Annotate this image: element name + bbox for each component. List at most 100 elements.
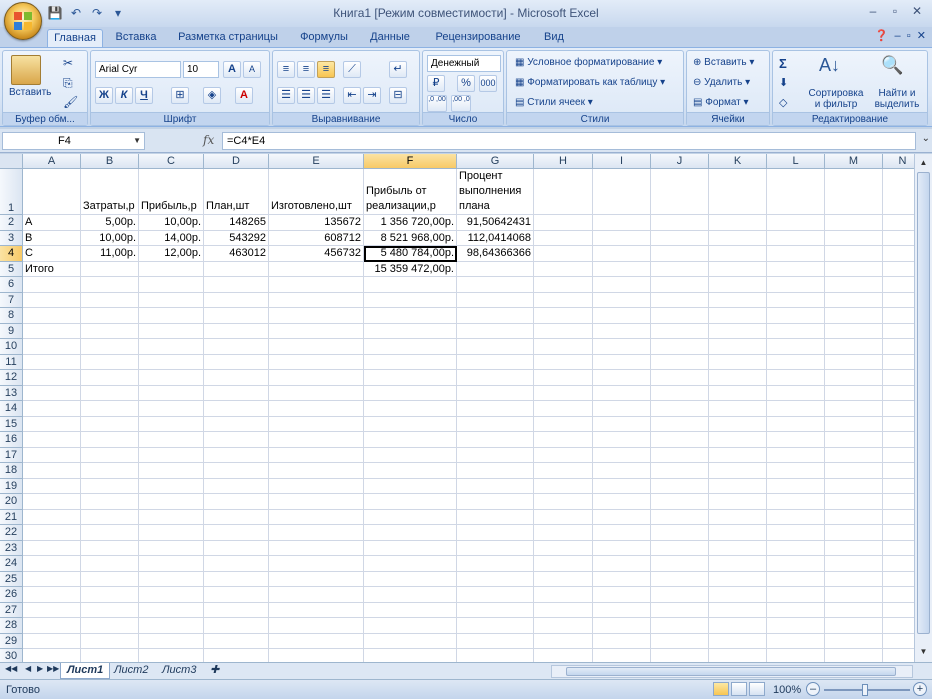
cell-k5[interactable] [709,261,767,277]
cell-b14[interactable] [81,401,139,417]
cell-k17[interactable] [709,447,767,463]
cell-m27[interactable] [825,602,883,618]
column-header-f[interactable]: F [364,154,457,169]
cell-k20[interactable] [709,494,767,510]
cell-h23[interactable] [534,540,593,556]
align-left-icon[interactable]: ☰ [277,87,295,104]
tab-review[interactable]: Рецензирование [426,29,530,47]
cell-n9[interactable] [883,324,914,339]
cell-m13[interactable] [825,385,883,401]
vertical-scroll-thumb[interactable] [917,172,930,634]
cell-i14[interactable] [593,401,651,417]
cell-b8[interactable] [81,308,139,324]
cell-n28[interactable] [883,618,914,634]
cell-n12[interactable] [883,370,914,386]
cell-g20[interactable] [457,494,534,510]
cell-d7[interactable] [204,292,269,308]
cell-f23[interactable] [364,540,457,556]
cell-m14[interactable] [825,401,883,417]
cell-b22[interactable] [81,525,139,541]
cell-j19[interactable] [651,478,709,494]
cell-e7[interactable] [269,292,364,308]
cell-c7[interactable] [139,292,204,308]
cell-e24[interactable] [269,556,364,572]
minimize-button[interactable]: – [862,2,884,20]
cell-d22[interactable] [204,525,269,541]
column-header-n[interactable]: N [883,154,914,169]
cell-a14[interactable] [23,401,81,417]
cell-e4[interactable]: 456732 [269,246,364,262]
cell-b24[interactable] [81,556,139,572]
insert-cells-button[interactable]: ⊕ Вставить ▾ [693,57,754,68]
font-size-box[interactable]: 10 [183,61,219,78]
italic-button[interactable]: К [115,87,133,104]
cell-i22[interactable] [593,525,651,541]
next-sheet-icon[interactable]: ▶ [37,664,43,673]
cell-j14[interactable] [651,401,709,417]
cell-k23[interactable] [709,540,767,556]
cell-k29[interactable] [709,633,767,649]
cell-e9[interactable] [269,323,364,339]
cell-j3[interactable] [651,230,709,246]
cell-g2[interactable]: 91,50642431 [457,215,534,231]
cell-a24[interactable] [23,556,81,572]
cell-h16[interactable] [534,432,593,448]
cell-f28[interactable] [364,618,457,634]
cell-h12[interactable] [534,370,593,386]
cell-d2[interactable]: 148265 [204,215,269,231]
find-select-icon[interactable]: 🔍 [881,55,903,76]
cell-m7[interactable] [825,292,883,308]
cell-n27[interactable] [883,603,914,618]
cell-l17[interactable] [767,447,825,463]
cell-k13[interactable] [709,385,767,401]
row-header-5[interactable]: 5 [0,261,23,277]
cell-d5[interactable] [204,261,269,277]
insert-sheet-icon[interactable]: ✚ [204,663,225,679]
cell-g1[interactable]: Процент выполнения плана [457,169,534,215]
cell-i19[interactable] [593,478,651,494]
find-select-button[interactable]: Найти и выделить [869,88,925,110]
cell-a6[interactable] [23,277,81,293]
cell-h26[interactable] [534,587,593,603]
cell-i12[interactable] [593,370,651,386]
cell-f1[interactable]: Прибыль от реализации,р [364,169,457,215]
cell-h6[interactable] [534,277,593,293]
cell-e23[interactable] [269,540,364,556]
cell-j1[interactable] [651,169,709,215]
tab-view[interactable]: Вид [536,29,572,47]
cell-i1[interactable] [593,169,651,215]
cell-a18[interactable] [23,463,81,479]
cell-i25[interactable] [593,571,651,587]
cell-a3[interactable]: B [23,230,81,246]
page-layout-view-icon[interactable] [731,682,747,696]
cell-c21[interactable] [139,509,204,525]
cell-a12[interactable] [23,370,81,386]
expand-formula-bar-icon[interactable]: ⌄ [922,133,930,144]
cell-h1[interactable] [534,169,593,215]
cell-c2[interactable]: 10,00р. [139,215,204,231]
column-header-d[interactable]: D [204,154,269,169]
increase-indent-icon[interactable]: ⇥ [363,87,381,104]
cell-d23[interactable] [204,540,269,556]
cell-k10[interactable] [709,339,767,355]
cell-b6[interactable] [81,277,139,293]
cell-e1[interactable]: Изготовлено,шт [269,169,364,215]
cell-j16[interactable] [651,432,709,448]
align-middle-icon[interactable]: ≡ [297,61,315,78]
cell-c6[interactable] [139,277,204,293]
cell-h27[interactable] [534,602,593,618]
decrease-indent-icon[interactable]: ⇤ [343,87,361,104]
cell-f7[interactable] [364,292,457,308]
cell-i2[interactable] [593,215,651,231]
cell-j30[interactable] [651,649,709,662]
cell-f13[interactable] [364,385,457,401]
cell-i7[interactable] [593,292,651,308]
cell-a20[interactable] [23,494,81,510]
row-header-27[interactable]: 27 [0,602,23,618]
cell-l26[interactable] [767,587,825,603]
cell-f2[interactable]: 1 356 720,00р. [364,215,457,231]
cell-k28[interactable] [709,618,767,634]
cell-b25[interactable] [81,571,139,587]
cell-c17[interactable] [139,447,204,463]
cell-l13[interactable] [767,385,825,401]
